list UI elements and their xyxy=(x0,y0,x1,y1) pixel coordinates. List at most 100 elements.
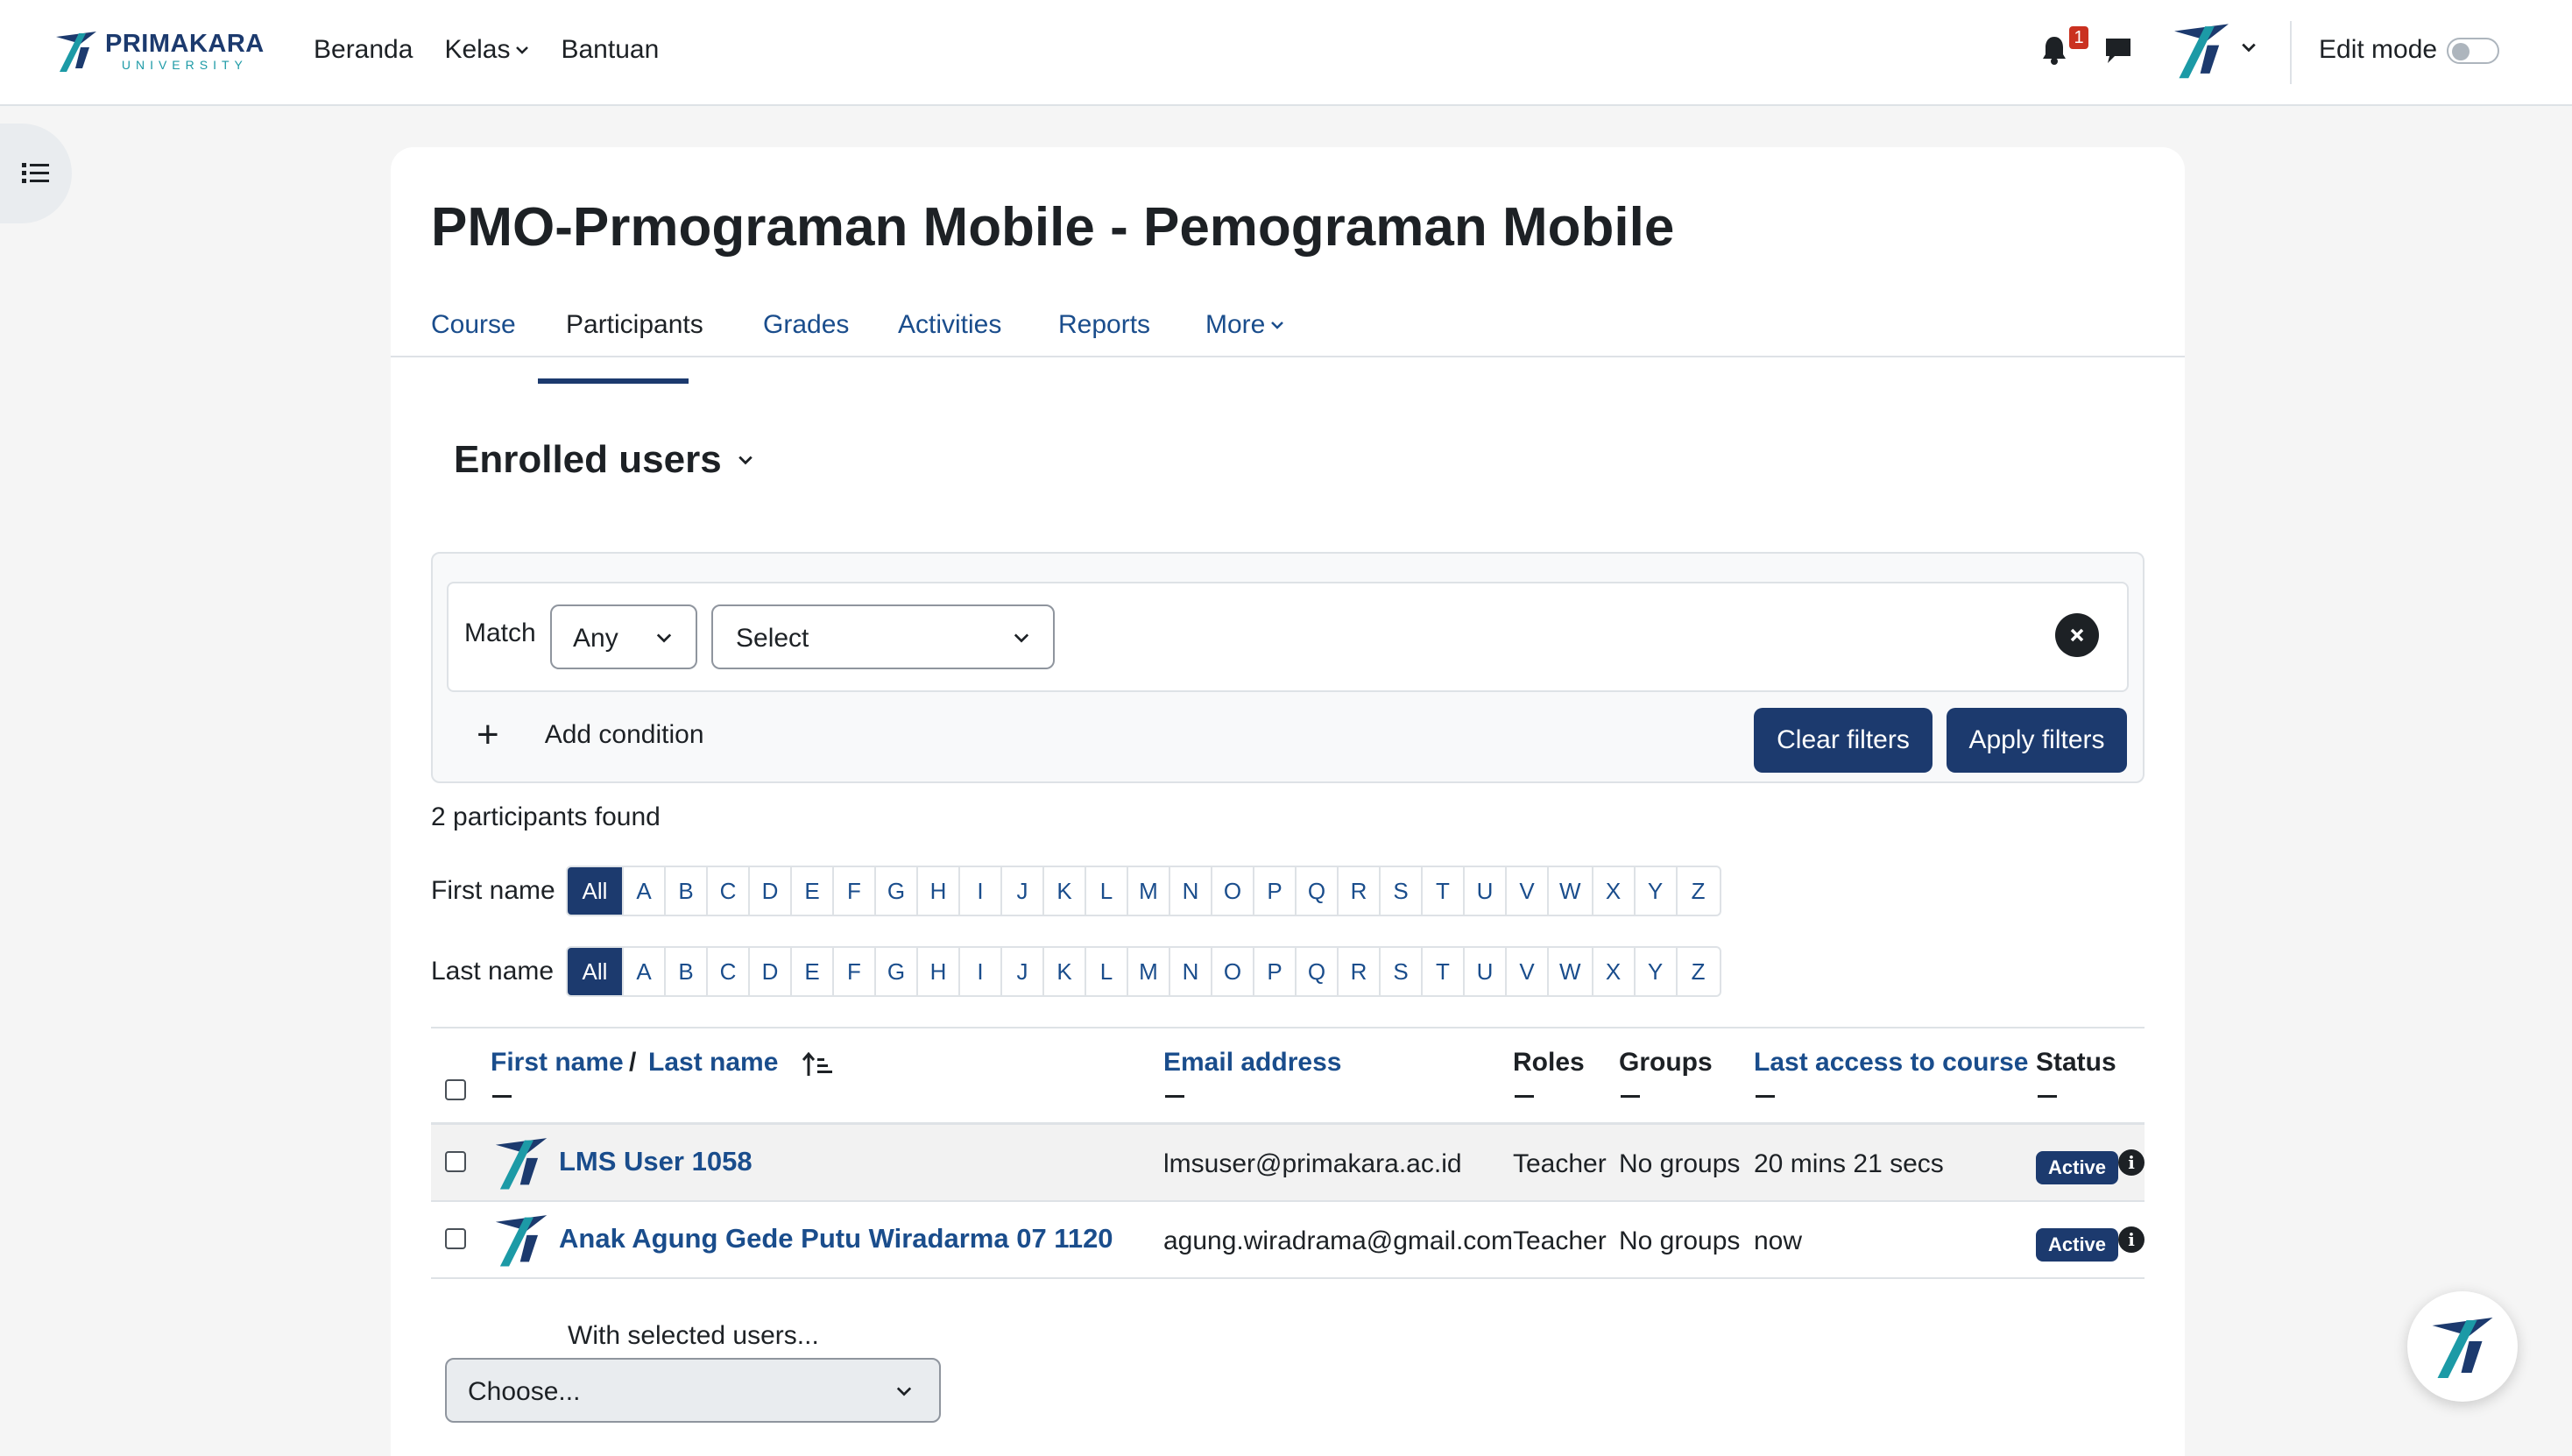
first-name-initial-r[interactable]: R xyxy=(1339,867,1381,915)
user-avatar-icon[interactable] xyxy=(492,1134,550,1191)
first-name-initial-g[interactable]: G xyxy=(876,867,918,915)
user-role[interactable]: Teacher xyxy=(1513,1149,1607,1179)
last-name-initial-f[interactable]: F xyxy=(834,948,876,995)
select-all-checkbox[interactable] xyxy=(445,1079,466,1100)
last-name-initial-x[interactable]: X xyxy=(1593,948,1636,995)
info-icon[interactable]: i xyxy=(2118,1226,2145,1253)
first-name-initial-n[interactable]: N xyxy=(1170,867,1212,915)
bell-icon[interactable] xyxy=(2041,35,2067,65)
last-name-initial-all[interactable]: All xyxy=(568,948,624,995)
first-name-initial-z[interactable]: Z xyxy=(1678,867,1720,915)
filter-type-select[interactable]: Select xyxy=(711,604,1055,669)
first-name-initial-y[interactable]: Y xyxy=(1636,867,1678,915)
nav-beranda[interactable]: Beranda xyxy=(314,35,413,65)
row-checkbox[interactable] xyxy=(445,1151,466,1172)
collapse-first-name-icon[interactable] xyxy=(492,1095,512,1098)
tab-course[interactable]: Course xyxy=(431,310,516,340)
last-name-initial-o[interactable]: O xyxy=(1212,948,1254,995)
last-name-initial-p[interactable]: P xyxy=(1254,948,1297,995)
first-name-initial-k[interactable]: K xyxy=(1044,867,1086,915)
user-name-link[interactable]: Anak Agung Gede Putu Wiradarma 07 1120 xyxy=(559,1223,1113,1255)
first-name-initial-o[interactable]: O xyxy=(1212,867,1254,915)
tab-activities[interactable]: Activities xyxy=(898,310,1001,340)
tab-participants[interactable]: Participants xyxy=(566,310,703,340)
first-name-initial-c[interactable]: C xyxy=(708,867,750,915)
collapse-email-icon[interactable] xyxy=(1165,1095,1184,1098)
primakara-logo[interactable]: PRIMAKARA UNIVERSITY xyxy=(54,28,265,74)
first-name-initial-u[interactable]: U xyxy=(1465,867,1507,915)
first-name-initial-b[interactable]: B xyxy=(666,867,708,915)
sort-first-name[interactable]: First name xyxy=(491,1048,624,1078)
last-name-initial-s[interactable]: S xyxy=(1381,948,1423,995)
last-name-initial-v[interactable]: V xyxy=(1507,948,1549,995)
tab-reports[interactable]: Reports xyxy=(1058,310,1150,340)
last-name-initial-k[interactable]: K xyxy=(1044,948,1086,995)
first-name-initial-i[interactable]: I xyxy=(960,867,1002,915)
user-name-link[interactable]: LMS User 1058 xyxy=(559,1146,753,1177)
first-name-initial-l[interactable]: L xyxy=(1086,867,1128,915)
first-name-initial-t[interactable]: T xyxy=(1423,867,1465,915)
first-name-initial-a[interactable]: A xyxy=(624,867,666,915)
last-name-initial-u[interactable]: U xyxy=(1465,948,1507,995)
first-name-initial-q[interactable]: Q xyxy=(1297,867,1339,915)
first-name-initial-all[interactable]: All xyxy=(568,867,624,915)
last-name-initial-l[interactable]: L xyxy=(1086,948,1128,995)
sort-last-access[interactable]: Last access to course xyxy=(1754,1048,2029,1078)
last-name-initial-z[interactable]: Z xyxy=(1678,948,1720,995)
last-name-initial-d[interactable]: D xyxy=(750,948,792,995)
first-name-initial-j[interactable]: J xyxy=(1002,867,1044,915)
last-name-initial-q[interactable]: Q xyxy=(1297,948,1339,995)
row-checkbox[interactable] xyxy=(445,1228,466,1249)
last-name-initial-c[interactable]: C xyxy=(708,948,750,995)
edit-mode-toggle[interactable] xyxy=(2447,38,2499,64)
remove-condition-button[interactable] xyxy=(2055,613,2099,657)
first-name-initial-m[interactable]: M xyxy=(1128,867,1170,915)
user-avatar-icon[interactable] xyxy=(492,1211,550,1269)
first-name-initial-s[interactable]: S xyxy=(1381,867,1423,915)
first-name-initial-e[interactable]: E xyxy=(792,867,834,915)
match-select[interactable]: Any xyxy=(550,604,697,669)
first-name-initial-h[interactable]: H xyxy=(918,867,960,915)
last-name-initial-e[interactable]: E xyxy=(792,948,834,995)
collapse-roles-icon[interactable] xyxy=(1515,1095,1534,1098)
last-name-initial-h[interactable]: H xyxy=(918,948,960,995)
last-name-initial-y[interactable]: Y xyxy=(1636,948,1678,995)
last-name-initial-g[interactable]: G xyxy=(876,948,918,995)
user-avatar-icon[interactable] xyxy=(2171,19,2232,81)
first-name-initial-x[interactable]: X xyxy=(1593,867,1636,915)
first-name-initial-p[interactable]: P xyxy=(1254,867,1297,915)
sort-last-name[interactable]: Last name xyxy=(648,1048,778,1078)
info-icon[interactable]: i xyxy=(2118,1149,2145,1176)
user-groups[interactable]: No groups xyxy=(1619,1149,1740,1179)
last-name-initial-m[interactable]: M xyxy=(1128,948,1170,995)
last-name-initial-w[interactable]: W xyxy=(1549,948,1593,995)
course-index-drawer-button[interactable] xyxy=(0,124,72,223)
last-name-initial-b[interactable]: B xyxy=(666,948,708,995)
bulk-action-select[interactable]: Choose... xyxy=(445,1358,941,1423)
last-name-initial-j[interactable]: J xyxy=(1002,948,1044,995)
first-name-initial-d[interactable]: D xyxy=(750,867,792,915)
last-name-initial-t[interactable]: T xyxy=(1423,948,1465,995)
last-name-initial-r[interactable]: R xyxy=(1339,948,1381,995)
enrolled-users-heading[interactable]: Enrolled users xyxy=(454,438,753,482)
first-name-initial-v[interactable]: V xyxy=(1507,867,1549,915)
chat-icon[interactable] xyxy=(2104,37,2132,65)
user-role[interactable]: Teacher xyxy=(1513,1226,1607,1256)
last-name-initial-n[interactable]: N xyxy=(1170,948,1212,995)
last-name-initial-i[interactable]: I xyxy=(960,948,1002,995)
sort-email[interactable]: Email address xyxy=(1163,1048,1341,1078)
last-name-initial-a[interactable]: A xyxy=(624,948,666,995)
user-menu-chevron-icon[interactable] xyxy=(2241,42,2257,53)
clear-filters-button[interactable]: Clear filters xyxy=(1754,708,1933,773)
first-name-initial-f[interactable]: F xyxy=(834,867,876,915)
add-condition-button[interactable]: + Add condition xyxy=(477,716,704,754)
collapse-groups-icon[interactable] xyxy=(1621,1095,1640,1098)
apply-filters-button[interactable]: Apply filters xyxy=(1947,708,2127,773)
user-groups[interactable]: No groups xyxy=(1619,1226,1740,1256)
nav-kelas[interactable]: Kelas xyxy=(444,35,529,65)
collapse-status-icon[interactable] xyxy=(2038,1095,2057,1098)
floating-assistant-button[interactable] xyxy=(2407,1291,2518,1402)
tab-grades[interactable]: Grades xyxy=(763,310,849,340)
first-name-initial-w[interactable]: W xyxy=(1549,867,1593,915)
nav-bantuan[interactable]: Bantuan xyxy=(561,35,659,65)
